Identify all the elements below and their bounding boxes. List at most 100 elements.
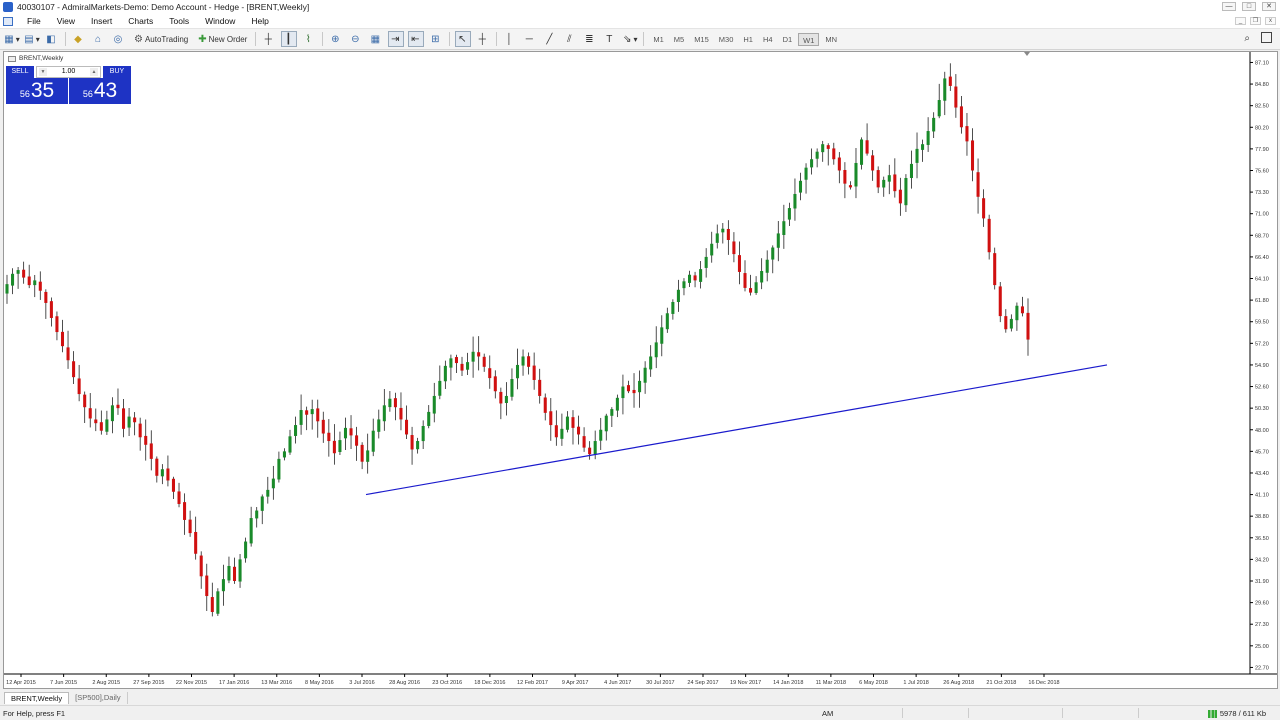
- minimize-button[interactable]: —: [1222, 2, 1236, 11]
- cursor-icon[interactable]: ↖: [455, 31, 472, 47]
- candle-body: [898, 189, 902, 204]
- candle-body: [38, 281, 42, 291]
- chart-window[interactable]: 87.10 84.80 82.50 80.20 77.90 75.60 73.30 71.00…: [3, 51, 1278, 689]
- candle-body: [460, 363, 464, 371]
- zoom-in-icon[interactable]: ⊕: [328, 31, 344, 47]
- arrows-icon[interactable]: ⇘ ▾: [622, 31, 638, 47]
- toolbar: ▦ ▾ ▤ ▾ ◧ ◆ ⌂ ◎ ⚙ AutoTrading ✚ New Order ┼ …: [0, 29, 1280, 50]
- timeframe-h1[interactable]: H1: [739, 33, 757, 46]
- mdi-close-button[interactable]: x: [1265, 17, 1276, 25]
- y-tick-label: 87.10: [1255, 60, 1269, 66]
- candle-body: [821, 144, 825, 153]
- close-button[interactable]: ✕: [1262, 2, 1276, 11]
- candle-body: [937, 100, 941, 117]
- sell-button[interactable]: SELL: [6, 66, 34, 78]
- buy-button[interactable]: BUY: [103, 66, 131, 78]
- search-icon[interactable]: ⌕: [1244, 33, 1250, 44]
- maximize-button[interactable]: □: [1242, 2, 1256, 11]
- candle-body: [438, 380, 442, 396]
- volume-up-icon[interactable]: ▲: [90, 68, 98, 76]
- menu-insert[interactable]: Insert: [83, 16, 120, 26]
- strategy-tester-icon[interactable]: ◎: [111, 31, 127, 47]
- candle-body: [1009, 318, 1013, 329]
- help-text: For Help, press F1: [3, 709, 66, 718]
- autotrading-button[interactable]: ⚙ AutoTrading: [131, 31, 191, 47]
- menu-file[interactable]: File: [19, 16, 49, 26]
- new-chart-icon[interactable]: ▦ ▾: [4, 31, 20, 47]
- text-tool-icon[interactable]: T: [602, 31, 618, 47]
- menu-tools[interactable]: Tools: [161, 16, 197, 26]
- fullscreen-icon[interactable]: [1261, 32, 1272, 43]
- candle-body: [138, 423, 142, 438]
- x-tick-label: 7 Jun 2015: [50, 680, 77, 686]
- candle-body: [970, 140, 975, 171]
- timeframe-h4[interactable]: H4: [759, 33, 777, 46]
- candle-body: [538, 379, 542, 396]
- terminal-icon[interactable]: ⌂: [91, 31, 107, 47]
- line-chart-icon[interactable]: ⌇: [301, 31, 317, 47]
- timeframe-d1[interactable]: D1: [779, 33, 797, 46]
- candle-body: [393, 398, 397, 408]
- candle-body: [599, 429, 603, 441]
- candle-body: [1020, 306, 1024, 314]
- buy-price[interactable]: 56 43: [69, 78, 131, 104]
- horizontal-line-icon[interactable]: ─: [522, 31, 538, 47]
- vertical-line-icon[interactable]: │: [502, 31, 518, 47]
- timeframe-m30[interactable]: M30: [715, 33, 738, 46]
- volume-field[interactable]: ▼ 1.00 ▲: [36, 66, 101, 78]
- candle-body: [332, 440, 336, 454]
- candle-body: [909, 163, 913, 178]
- tab-sp500-daily[interactable]: [SP500],Daily: [69, 692, 128, 704]
- new-order-button[interactable]: ✚ New Order: [195, 31, 250, 47]
- timeframe-m1[interactable]: M1: [649, 33, 667, 46]
- timeframe-m5[interactable]: M5: [670, 33, 688, 46]
- candlestick-icon[interactable]: ┃: [281, 31, 298, 47]
- candle-body: [515, 364, 520, 379]
- chart-window-icon[interactable]: [3, 16, 13, 26]
- timeframe-mn[interactable]: MN: [821, 33, 841, 46]
- menu-window[interactable]: Window: [197, 16, 243, 26]
- tab-brent-weekly[interactable]: BRENT,Weekly: [4, 692, 70, 704]
- chart-shift-icon[interactable]: ⇤: [408, 31, 425, 47]
- candle-body: [943, 78, 947, 101]
- y-tick-label: 38.80: [1255, 514, 1269, 520]
- zoom-out-icon[interactable]: ⊖: [348, 31, 364, 47]
- y-tick-label: 82.50: [1255, 104, 1269, 110]
- trendline-icon[interactable]: ╱: [542, 31, 558, 47]
- brent-weekly-chart[interactable]: 87.10 84.80 82.50 80.20 77.90 75.60 73.30 71.00…: [4, 52, 1277, 688]
- mdi-restore-button[interactable]: ❐: [1250, 17, 1261, 25]
- auto-scroll-icon[interactable]: ⇥: [388, 31, 405, 47]
- menu-help[interactable]: Help: [243, 16, 276, 26]
- navigator-icon[interactable]: ◆: [71, 31, 87, 47]
- candle-body: [16, 270, 20, 274]
- mdi-minimize-button[interactable]: _: [1235, 17, 1246, 25]
- candle-body: [882, 179, 886, 188]
- bar-chart-icon[interactable]: ┼: [261, 31, 277, 47]
- channel-icon[interactable]: ⫽: [562, 31, 578, 47]
- profiles-icon[interactable]: ▤ ▾: [24, 31, 40, 47]
- tile-windows-icon[interactable]: ▦: [368, 31, 384, 47]
- candle-body: [294, 425, 298, 436]
- candle-body: [721, 228, 725, 233]
- connection-status[interactable]: 5978 / 611 Kb: [1207, 709, 1266, 718]
- candle-body: [155, 458, 159, 476]
- title-bar: 40030107 - AdmiralMarkets-Demo: Demo Acc…: [0, 0, 1280, 14]
- toolbar-separator: [255, 32, 257, 46]
- candle-body: [83, 394, 87, 408]
- candle-body: [848, 185, 852, 188]
- market-watch-icon[interactable]: ◧: [44, 31, 60, 47]
- menu-view[interactable]: View: [49, 16, 83, 26]
- timeframe-m15[interactable]: M15: [690, 33, 713, 46]
- volume-down-icon[interactable]: ▼: [39, 68, 47, 76]
- crosshair-icon[interactable]: ┼: [475, 31, 491, 47]
- candle-body: [199, 555, 203, 577]
- candle-body: [965, 126, 969, 142]
- sell-price[interactable]: 56 35: [6, 78, 68, 104]
- x-tick-label: 22 Nov 2015: [176, 680, 207, 686]
- timeframe-w1[interactable]: W1: [798, 32, 820, 46]
- x-tick-label: 21 Oct 2018: [986, 680, 1016, 686]
- candle-body: [826, 145, 830, 149]
- indicators-icon[interactable]: ⊞: [428, 31, 444, 47]
- menu-charts[interactable]: Charts: [120, 16, 161, 26]
- fibonacci-icon[interactable]: ≣: [582, 31, 598, 47]
